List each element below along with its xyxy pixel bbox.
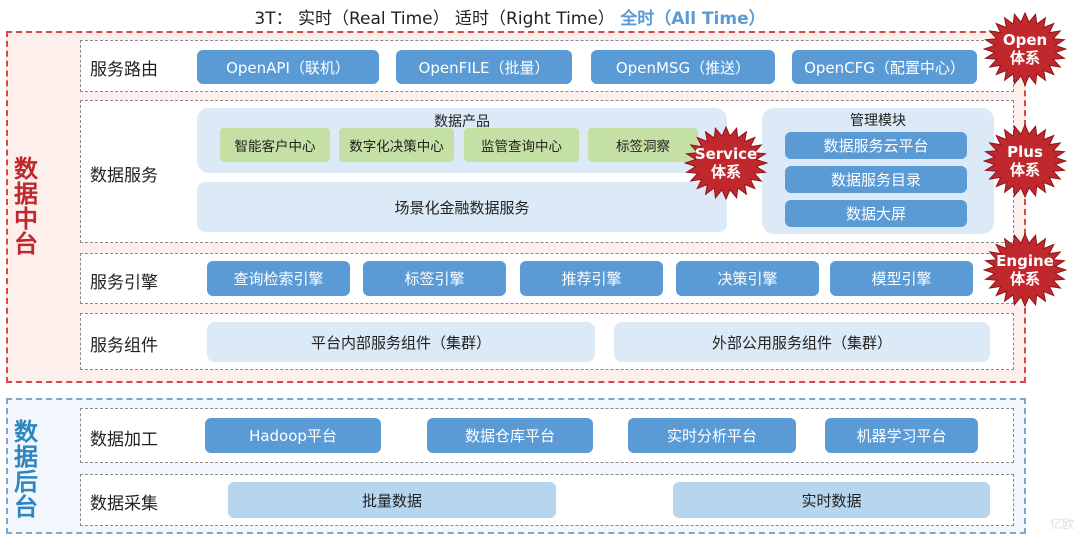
badge-line1: Engine	[996, 252, 1054, 270]
engine-query-search: 查询检索引擎	[207, 261, 350, 296]
service-engine-label: 服务引擎	[90, 273, 158, 293]
diagram-title: 3T： 实时（Real Time） 适时（Right Time） 全时（All …	[0, 4, 1020, 29]
management-module-title: 管理模块	[850, 113, 906, 129]
data-backend-label: 数据后台	[14, 418, 38, 521]
routing-openmsg: OpenMSG（推送）	[591, 50, 775, 84]
badge-line2: 体系	[1009, 161, 1040, 179]
engine-tag: 标签引擎	[363, 261, 506, 296]
engine-decision: 决策引擎	[676, 261, 819, 296]
badge-line2: 体系	[1009, 49, 1040, 67]
routing-openapi: OpenAPI（联机）	[197, 50, 379, 84]
badge-line1: Open	[1002, 31, 1048, 49]
mgmt-service-catalog: 数据服务目录	[785, 166, 967, 193]
title-prefix: 3T： 实时（Real Time） 适时（Right Time）	[254, 9, 615, 29]
component-external-cluster: 外部公用服务组件（集群）	[614, 322, 990, 362]
product-regulatory-query-center: 监管查询中心	[464, 128, 579, 162]
watermark: 亿欧	[1049, 517, 1074, 531]
service-components-label: 服务组件	[90, 336, 158, 356]
service-system-badge: Service 体系	[684, 126, 768, 200]
plus-system-badge: Plus 体系	[983, 124, 1067, 198]
open-system-badge: Open 体系	[983, 12, 1067, 86]
processing-machine-learning: 机器学习平台	[825, 418, 978, 453]
collection-batch-data: 批量数据	[228, 482, 556, 518]
mgmt-data-screen: 数据大屏	[785, 200, 967, 227]
data-middle-platform-label: 数据中台	[14, 155, 38, 258]
collection-realtime-data: 实时数据	[673, 482, 990, 518]
data-processing-label: 数据加工	[90, 430, 158, 450]
scenario-finance-data-service: 场景化金融数据服务	[197, 182, 727, 232]
routing-opencfg: OpenCFG（配置中心）	[792, 50, 977, 84]
engine-recommend: 推荐引擎	[520, 261, 663, 296]
title-highlight: 全时（All Time）	[620, 9, 766, 29]
processing-hadoop: Hadoop平台	[205, 418, 381, 453]
product-tag-insight: 标签洞察	[588, 128, 698, 162]
engine-model: 模型引擎	[830, 261, 973, 296]
badge-line1: Service	[694, 145, 758, 163]
badge-line2: 体系	[1009, 270, 1040, 288]
service-routing-label: 服务路由	[90, 60, 158, 80]
processing-data-warehouse: 数据仓库平台	[427, 418, 593, 453]
processing-realtime-analytics: 实时分析平台	[628, 418, 796, 453]
badge-line2: 体系	[710, 163, 741, 181]
product-smart-customer-center: 智能客户中心	[220, 128, 330, 162]
product-digital-decision-center: 数字化决策中心	[339, 128, 454, 162]
data-service-label: 数据服务	[90, 166, 158, 186]
routing-openfile: OpenFILE（批量）	[396, 50, 572, 84]
data-collection-label: 数据采集	[90, 494, 158, 514]
component-internal-cluster: 平台内部服务组件（集群）	[207, 322, 595, 362]
badge-line1: Plus	[1007, 143, 1043, 161]
engine-system-badge: Engine 体系	[983, 233, 1067, 307]
mgmt-cloud-platform: 数据服务云平台	[785, 132, 967, 159]
